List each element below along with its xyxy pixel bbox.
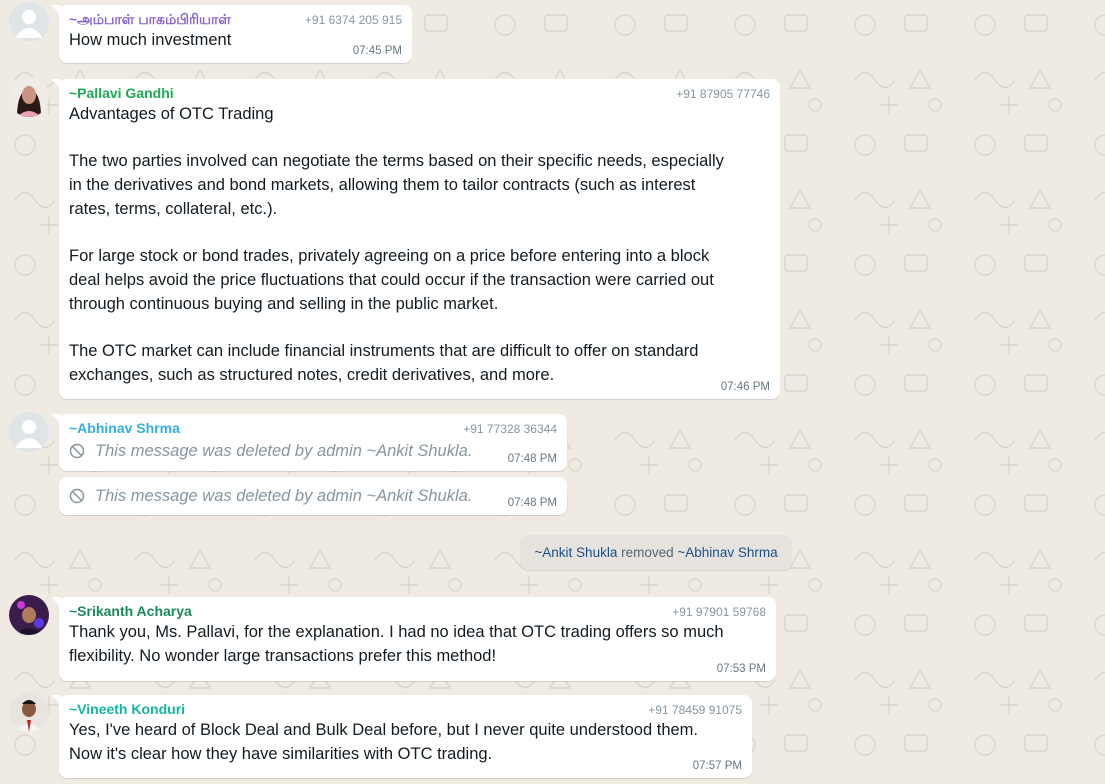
deleted-text: This message was deleted by admin ~Ankit… bbox=[95, 441, 473, 460]
sender-name[interactable]: ~Vineeth Konduri bbox=[69, 701, 185, 717]
avatar[interactable] bbox=[9, 692, 49, 732]
sender-phone: +91 6374 205 915 bbox=[304, 13, 402, 27]
message-text: Thank you, Ms. Pallavi, for the explanat… bbox=[69, 623, 724, 665]
message-bubble[interactable]: ~Vineeth Konduri +91 78459 91075 Yes, I'… bbox=[51, 695, 752, 778]
sender-phone: +91 87905 77746 bbox=[676, 87, 770, 101]
avatar[interactable] bbox=[9, 595, 49, 635]
default-avatar-icon[interactable] bbox=[9, 412, 49, 452]
system-message: ~Ankit Shukla removed ~Abhinav Shrma bbox=[520, 535, 792, 570]
message-time: 07:45 PM bbox=[352, 45, 402, 57]
sender-name[interactable]: ~அம்பாள் பாகம்பிரியாள் bbox=[69, 11, 231, 30]
sender-phone: +91 97901 59768 bbox=[672, 605, 766, 619]
default-avatar-icon[interactable] bbox=[9, 2, 49, 42]
sender-name[interactable]: ~Srikanth Acharya bbox=[69, 603, 192, 619]
message-time: 07:48 PM bbox=[507, 453, 557, 465]
message-time: 07:57 PM bbox=[692, 760, 742, 772]
deleted-text: This message was deleted by admin ~Ankit… bbox=[95, 486, 473, 505]
system-action: removed bbox=[621, 545, 674, 560]
avatar[interactable] bbox=[9, 77, 49, 117]
message-text: Yes, I've heard of Block Deal and Bulk D… bbox=[69, 721, 699, 763]
sender-name[interactable]: ~Pallavi Gandhi bbox=[69, 85, 174, 101]
message-text: Advantages of OTC Trading The two partie… bbox=[69, 105, 724, 384]
message-bubble[interactable]: ~Pallavi Gandhi +91 87905 77746 Advantag… bbox=[51, 79, 780, 399]
sender-phone: +91 77328 36344 bbox=[463, 422, 557, 436]
message-time: 07:46 PM bbox=[720, 381, 770, 393]
message-bubble[interactable]: ~Srikanth Acharya +91 97901 59768 Thank … bbox=[51, 597, 776, 681]
system-actor-link[interactable]: ~Ankit Shukla bbox=[534, 545, 617, 560]
deleted-message-bubble[interactable]: ~Abhinav Shrma +91 77328 36344 This mess… bbox=[51, 414, 567, 471]
message-time: 07:53 PM bbox=[716, 663, 766, 675]
deleted-icon bbox=[69, 488, 85, 504]
sender-phone: +91 78459 91075 bbox=[648, 703, 742, 717]
message-time: 07:48 PM bbox=[507, 497, 557, 509]
sender-name[interactable]: ~Abhinav Shrma bbox=[69, 420, 180, 436]
message-bubble[interactable]: ~அம்பாள் பாகம்பிரியாள் +91 6374 205 915 … bbox=[51, 5, 412, 63]
deleted-message-bubble[interactable]: This message was deleted by admin ~Ankit… bbox=[59, 477, 567, 515]
system-target-link[interactable]: ~Abhinav Shrma bbox=[677, 545, 777, 560]
deleted-icon bbox=[69, 443, 85, 459]
